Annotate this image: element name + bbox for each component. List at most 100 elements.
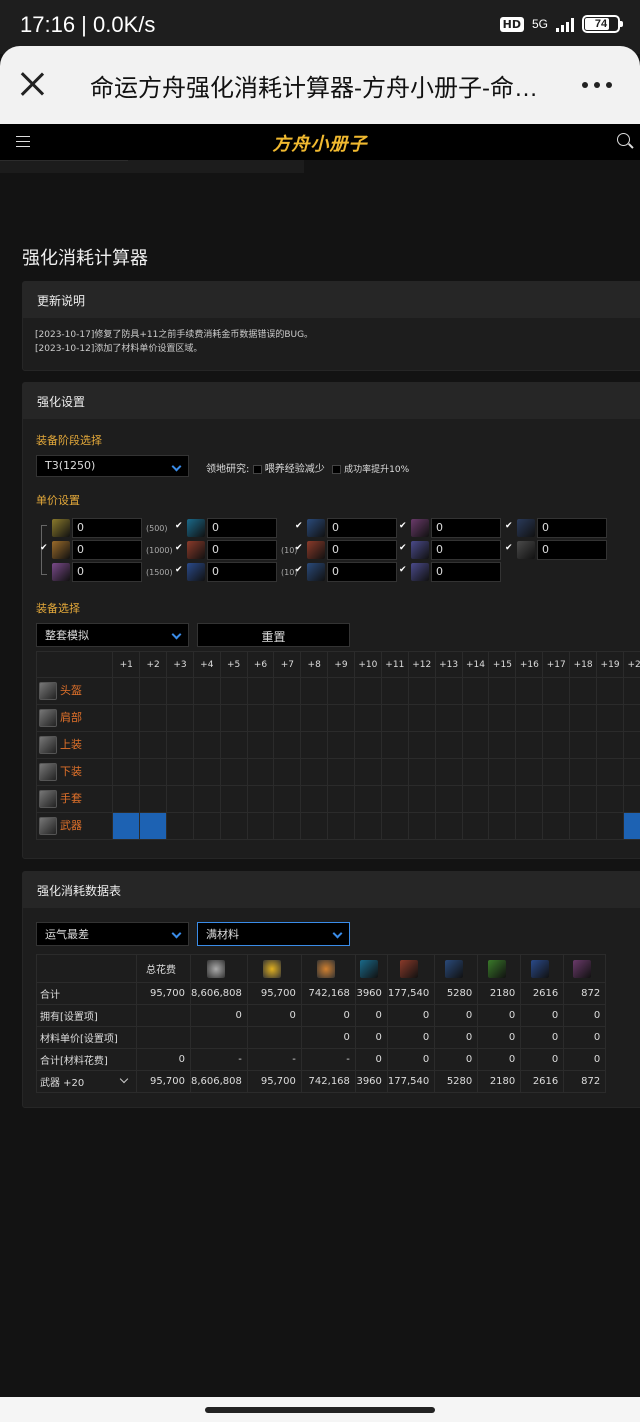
level-cell[interactable] bbox=[300, 704, 329, 732]
level-cell[interactable] bbox=[515, 812, 544, 840]
level-cell[interactable] bbox=[461, 704, 490, 732]
level-cell[interactable] bbox=[273, 785, 302, 813]
close-icon[interactable] bbox=[18, 70, 46, 98]
level-cell[interactable] bbox=[542, 731, 571, 759]
level-cell[interactable] bbox=[327, 704, 355, 732]
level-cell[interactable] bbox=[112, 677, 141, 705]
level-cell[interactable] bbox=[569, 677, 598, 705]
level-cell[interactable] bbox=[219, 812, 248, 840]
price-input[interactable]: 0 bbox=[537, 518, 607, 538]
level-cell[interactable] bbox=[327, 758, 355, 786]
level-cell[interactable] bbox=[219, 677, 248, 705]
level-cell[interactable] bbox=[623, 677, 640, 705]
price-checkbox[interactable] bbox=[40, 568, 49, 577]
research-checkbox-1[interactable] bbox=[252, 464, 262, 474]
level-cell[interactable] bbox=[623, 704, 640, 732]
stage-select[interactable]: T3(1250) bbox=[36, 455, 189, 477]
level-cell[interactable] bbox=[407, 785, 436, 813]
price-checkbox[interactable] bbox=[505, 521, 514, 533]
level-cell[interactable] bbox=[192, 704, 221, 732]
price-input[interactable]: 0 bbox=[537, 540, 607, 560]
luck-select[interactable]: 运气最差 bbox=[36, 922, 189, 946]
slot-name[interactable]: 手套 bbox=[35, 785, 114, 813]
level-cell[interactable] bbox=[353, 704, 382, 732]
level-cell[interactable] bbox=[166, 704, 194, 732]
level-cell[interactable] bbox=[434, 704, 463, 732]
price-input[interactable]: 0 bbox=[207, 540, 277, 560]
price-checkbox[interactable] bbox=[175, 521, 184, 533]
level-cell[interactable] bbox=[139, 812, 168, 840]
level-cell[interactable] bbox=[380, 731, 409, 759]
level-cell[interactable] bbox=[246, 704, 275, 732]
level-cell[interactable] bbox=[139, 677, 168, 705]
level-cell[interactable] bbox=[246, 677, 275, 705]
level-cell[interactable] bbox=[300, 677, 329, 705]
level-cell[interactable] bbox=[461, 758, 490, 786]
price-checkbox[interactable] bbox=[295, 521, 304, 533]
price-checkbox[interactable] bbox=[175, 565, 184, 577]
level-cell[interactable] bbox=[461, 812, 490, 840]
price-input[interactable]: 0 bbox=[327, 562, 397, 582]
level-cell[interactable] bbox=[112, 704, 141, 732]
level-cell[interactable] bbox=[139, 704, 168, 732]
slot-name[interactable]: 下装 bbox=[35, 758, 114, 786]
level-cell[interactable] bbox=[112, 731, 141, 759]
level-cell[interactable] bbox=[219, 785, 248, 813]
level-cell[interactable] bbox=[542, 785, 571, 813]
level-cell[interactable] bbox=[112, 785, 141, 813]
level-cell[interactable] bbox=[488, 812, 517, 840]
level-cell[interactable] bbox=[380, 785, 409, 813]
search-icon[interactable] bbox=[617, 133, 630, 146]
level-cell[interactable] bbox=[569, 731, 598, 759]
level-cell[interactable] bbox=[353, 812, 382, 840]
level-cell[interactable] bbox=[219, 704, 248, 732]
price-checkbox[interactable] bbox=[399, 521, 408, 533]
site-logo[interactable]: 方舟小册子 bbox=[0, 130, 640, 156]
level-cell[interactable] bbox=[380, 812, 409, 840]
level-cell[interactable] bbox=[300, 758, 329, 786]
level-cell[interactable] bbox=[569, 704, 598, 732]
level-cell[interactable] bbox=[353, 758, 382, 786]
level-cell[interactable] bbox=[542, 677, 571, 705]
home-indicator[interactable] bbox=[205, 1407, 435, 1413]
slot-name[interactable]: 武器 bbox=[35, 812, 114, 840]
level-cell[interactable] bbox=[192, 731, 221, 759]
level-cell[interactable] bbox=[488, 785, 517, 813]
level-cell[interactable] bbox=[542, 758, 571, 786]
slot-name[interactable]: 肩部 bbox=[35, 704, 114, 732]
level-cell[interactable] bbox=[434, 677, 463, 705]
level-cell[interactable] bbox=[515, 704, 544, 732]
level-cell[interactable] bbox=[407, 731, 436, 759]
level-cell[interactable] bbox=[596, 758, 624, 786]
level-cell[interactable] bbox=[542, 812, 571, 840]
price-input[interactable]: 0 bbox=[431, 540, 501, 560]
level-cell[interactable] bbox=[273, 758, 302, 786]
level-cell[interactable] bbox=[166, 758, 194, 786]
level-cell[interactable] bbox=[139, 758, 168, 786]
level-cell[interactable] bbox=[569, 785, 598, 813]
price-input[interactable]: 0 bbox=[327, 540, 397, 560]
price-checkbox[interactable] bbox=[40, 524, 49, 533]
price-input[interactable]: 0 bbox=[207, 562, 277, 582]
level-cell[interactable] bbox=[166, 785, 194, 813]
level-cell[interactable] bbox=[407, 677, 436, 705]
level-cell[interactable] bbox=[246, 812, 275, 840]
level-cell[interactable] bbox=[300, 812, 329, 840]
level-cell[interactable] bbox=[515, 731, 544, 759]
level-cell[interactable] bbox=[192, 812, 221, 840]
level-cell[interactable] bbox=[166, 677, 194, 705]
price-input[interactable]: 0 bbox=[431, 562, 501, 582]
level-cell[interactable] bbox=[192, 758, 221, 786]
level-cell[interactable] bbox=[434, 812, 463, 840]
level-cell[interactable] bbox=[488, 758, 517, 786]
level-cell[interactable] bbox=[380, 677, 409, 705]
price-checkbox[interactable] bbox=[40, 543, 49, 555]
level-cell[interactable] bbox=[596, 704, 624, 732]
level-cell[interactable] bbox=[139, 785, 168, 813]
level-cell[interactable] bbox=[300, 785, 329, 813]
level-cell[interactable] bbox=[488, 677, 517, 705]
chevron-down-icon[interactable] bbox=[119, 1074, 129, 1084]
level-cell[interactable] bbox=[461, 731, 490, 759]
level-cell[interactable] bbox=[596, 785, 624, 813]
price-checkbox[interactable] bbox=[399, 565, 408, 577]
